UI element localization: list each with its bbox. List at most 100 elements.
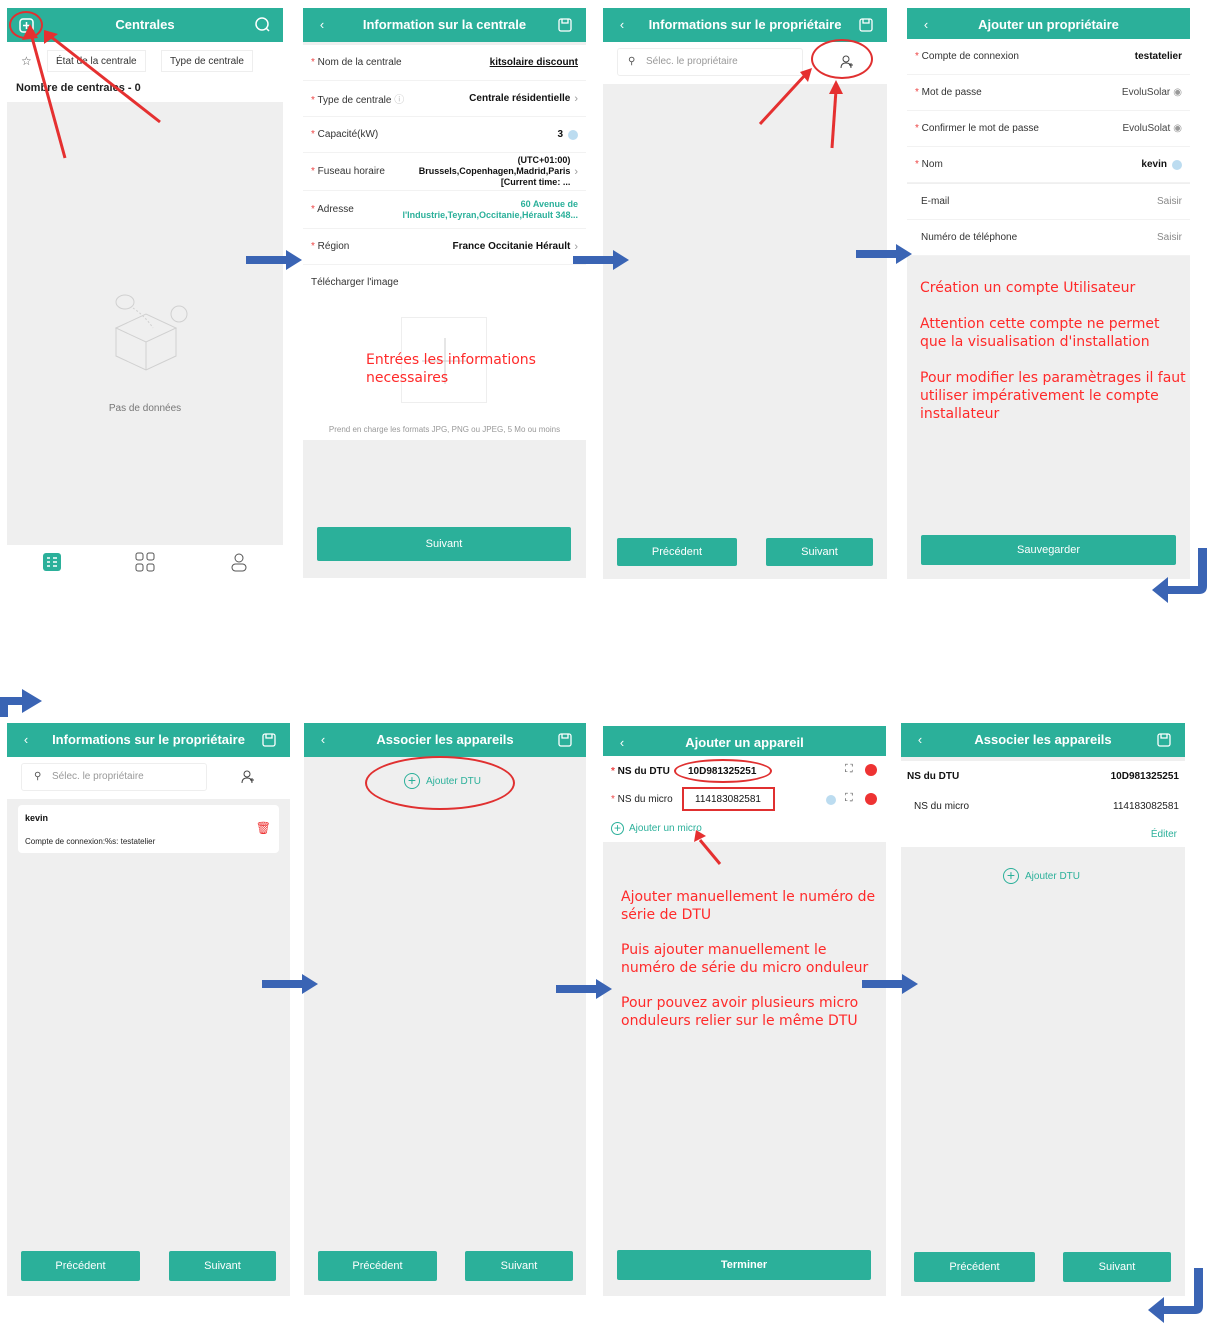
field-value: (UTC+01:00) Brussels,Copenhagen,Madrid,P…	[418, 155, 571, 187]
page-title: Informations sur le propriétaire	[648, 17, 842, 32]
header: ‹ Associer les appareils	[304, 723, 586, 757]
micro-label: NS du micro	[617, 794, 673, 805]
save-button[interactable]: Sauvegarder	[921, 535, 1176, 565]
save-icon[interactable]	[1149, 723, 1179, 757]
edit-link[interactable]: Éditer	[1151, 829, 1177, 840]
owner-search-input[interactable]: ⚲ Sélec. le propriétaire	[21, 763, 207, 791]
red-pointer-arrows	[22, 24, 161, 159]
previous-button[interactable]: Précédent	[21, 1251, 140, 1281]
annotation-text: Création un compte Utilisateur	[920, 280, 1136, 296]
back-icon[interactable]: ‹	[607, 726, 637, 760]
next-button[interactable]: Suivant	[317, 527, 571, 561]
field-value: EvoluSolar	[1121, 87, 1171, 98]
next-button[interactable]: Suivant	[465, 1251, 573, 1281]
scan-icon[interactable]: ⛶	[845, 763, 853, 776]
field-value: France Occitanie Hérault	[452, 241, 571, 252]
flow-arrow-right	[556, 979, 612, 999]
field-phone[interactable]: Numéro de téléphone Saisir	[907, 220, 1190, 256]
grid-tab-icon[interactable]	[135, 552, 155, 572]
scan-icon[interactable]: ⛶	[845, 792, 853, 805]
eye-icon[interactable]: ◉	[1173, 87, 1182, 98]
owner-card[interactable]: kevin Compte de connexion:%s: testatelie…	[18, 805, 279, 853]
info-icon[interactable]: ⓘ	[394, 95, 404, 106]
back-icon[interactable]: ‹	[607, 8, 637, 42]
flow-arrow-right	[856, 244, 912, 264]
header: ‹ Information sur la centrale	[303, 8, 586, 42]
save-icon[interactable]	[550, 723, 580, 757]
previous-button[interactable]: Précédent	[617, 538, 737, 566]
user-tab-icon[interactable]	[229, 552, 249, 572]
next-button[interactable]: Suivant	[766, 538, 873, 566]
finish-button[interactable]: Terminer	[617, 1250, 871, 1280]
field-password[interactable]: * Mot de passe EvoluSolar ◉	[907, 75, 1190, 111]
field-plant-type[interactable]: * Type de centrale ⓘ Centrale résidentiel…	[303, 81, 586, 117]
empty-box-icon	[101, 288, 191, 378]
back-icon[interactable]: ‹	[308, 723, 338, 757]
back-icon[interactable]: ‹	[307, 8, 337, 42]
dtu-label: NS du DTU	[617, 766, 670, 777]
field-login[interactable]: * Compte de connexion testatelier	[907, 39, 1190, 75]
field-address[interactable]: * Adresse 60 Avenue de l'Industrie,Teyran…	[303, 191, 586, 229]
panel-associated-devices: ‹ Associer les appareils NS du DTU 10D98…	[901, 723, 1185, 1296]
trash-icon[interactable]: 🗑	[256, 821, 271, 835]
field-label: Numéro de téléphone	[921, 232, 1018, 243]
field-value: kitsolaire discount	[489, 57, 578, 68]
remove-icon[interactable]	[865, 764, 877, 776]
page-title: Informations sur le propriétaire	[52, 732, 245, 747]
back-icon[interactable]: ‹	[905, 723, 935, 757]
remove-icon[interactable]	[865, 793, 877, 805]
plus-circle-icon: +	[1003, 868, 1019, 884]
field-name[interactable]: * Nom kevin	[907, 147, 1190, 183]
annotation-text: Pour pouvez avoir plusieurs micro ondule…	[621, 995, 859, 1029]
back-icon[interactable]: ‹	[11, 723, 41, 757]
highlight-oval	[674, 759, 772, 783]
field-label: Nom	[921, 159, 943, 170]
eye-icon[interactable]: ◉	[1173, 123, 1182, 134]
flow-arrow-right	[862, 974, 918, 994]
header: ‹ Associer les appareils	[901, 723, 1185, 757]
flow-arrow-right	[246, 250, 302, 270]
add-micro-button[interactable]: + Ajouter un micro	[611, 822, 702, 835]
chevron-right-icon: ›	[574, 165, 578, 178]
search-bar: ⚲ Sélec. le propriétaire	[7, 757, 290, 799]
device-list: NS du DTU 10D981325251 NS du micro 11418…	[901, 761, 1185, 847]
search-placeholder: Sélec. le propriétaire	[52, 771, 144, 782]
field-plant-name[interactable]: * Nom de la centrale kitsolaire discount	[303, 45, 586, 81]
search-icon[interactable]	[247, 8, 277, 42]
field-timezone[interactable]: * Fuseau horaire (UTC+01:00) Brussels,Cop…	[303, 153, 586, 191]
save-icon[interactable]	[550, 8, 580, 42]
chevron-right-icon: ›	[574, 92, 578, 105]
page-title: Information sur la centrale	[362, 17, 527, 32]
owner-name: kevin	[25, 813, 49, 823]
field-label: Région	[317, 241, 350, 252]
bottom-nav	[7, 545, 283, 580]
field-email[interactable]: E-mail Saisir	[907, 184, 1190, 220]
previous-button[interactable]: Précédent	[318, 1251, 437, 1281]
page-title: Associer les appareils	[974, 732, 1112, 747]
annotation-text: Pour modifier les paramètrages il faut u…	[920, 370, 1186, 422]
micro-value: 114183082581	[1113, 801, 1179, 812]
field-value: Centrale résidentielle	[469, 93, 571, 104]
save-icon[interactable]	[254, 723, 284, 757]
next-button[interactable]: Suivant	[169, 1251, 276, 1281]
list-tab-icon[interactable]	[42, 552, 62, 572]
search-icon: ⚲	[34, 771, 42, 782]
field-region[interactable]: * Région France Occitanie Hérault ›	[303, 229, 586, 265]
save-icon[interactable]	[851, 8, 881, 42]
dtu-label: NS du DTU	[907, 771, 960, 782]
page-title: Ajouter un propriétaire	[978, 17, 1119, 32]
search-icon: ⚲	[628, 56, 636, 67]
add-owner-icon[interactable]	[240, 769, 256, 785]
field-capacity[interactable]: * Capacité(kW) 3	[303, 117, 586, 153]
field-value: 60 Avenue de l'Industrie,Teyran,Occitani…	[402, 198, 578, 220]
field-value: Saisir	[1156, 196, 1182, 207]
field-label: Adresse	[317, 204, 354, 215]
back-icon[interactable]: ‹	[911, 8, 941, 42]
panel-plant-info: ‹ Information sur la centrale * Nom de l…	[303, 8, 586, 578]
previous-button[interactable]: Précédent	[914, 1252, 1035, 1282]
header: ‹ Informations sur le propriétaire	[603, 8, 887, 42]
field-label: Mot de passe	[921, 87, 982, 98]
upload-label: Télécharger l'image	[311, 277, 399, 288]
add-dtu-button[interactable]: + Ajouter DTU	[1003, 868, 1080, 884]
field-confirm-password[interactable]: * Confirmer le mot de passe EvoluSolat ◉	[907, 111, 1190, 147]
